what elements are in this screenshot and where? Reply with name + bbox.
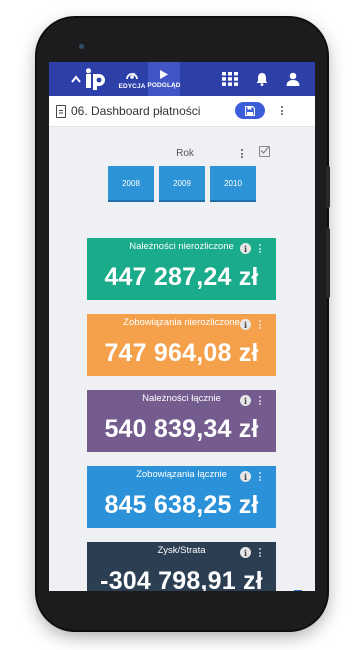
play-icon <box>160 70 168 79</box>
app-screen: EDYCJA PODGLĄD 06. Dashboard płatności R… <box>49 62 315 591</box>
card-menu-icon[interactable] <box>258 548 262 557</box>
kpi-card-value: 845 638,25 zł <box>104 491 259 519</box>
floppy-save-icon <box>245 105 255 116</box>
kpi-card-naleznosci-nierozliczone[interactable]: Należności nierozliczone i 447 287,24 zł <box>87 238 276 300</box>
year-button-2008[interactable]: 2008 <box>108 166 154 200</box>
card-menu-icon[interactable] <box>258 396 262 405</box>
info-icon[interactable]: i <box>240 471 251 482</box>
document-icon <box>56 105 66 118</box>
edit-mode-icon <box>126 72 138 79</box>
user-icon <box>286 72 300 86</box>
filter-menu-icon[interactable] <box>240 149 244 158</box>
phone-side-button <box>326 228 330 298</box>
card-menu-icon[interactable] <box>258 320 262 329</box>
kpi-card-value: 447 287,24 zł <box>104 263 259 291</box>
app-logo[interactable] <box>69 65 109 93</box>
front-camera <box>79 44 84 49</box>
apps-grid-button[interactable] <box>219 68 241 90</box>
notifications-button[interactable] <box>251 68 273 90</box>
phone-side-button <box>326 166 330 208</box>
tab-podglad-label: PODGLĄD <box>147 82 181 89</box>
year-button-2010[interactable]: 2010 <box>210 166 256 200</box>
year-button-2009[interactable]: 2009 <box>159 166 205 200</box>
info-icon[interactable]: i <box>240 547 251 558</box>
kpi-card-zobowiazania-lacznie[interactable]: Zobowiązania łącznie i 845 638,25 zł <box>87 466 276 528</box>
info-icon[interactable]: i <box>240 319 251 330</box>
grid-icon <box>222 72 238 86</box>
info-icon[interactable]: i <box>240 243 251 254</box>
chevron-up-icon[interactable] <box>70 75 81 83</box>
checkbox-icon[interactable] <box>259 146 270 157</box>
phone-frame: EDYCJA PODGLĄD 06. Dashboard płatności R… <box>37 18 330 630</box>
year-filter-label: Rok <box>176 148 194 159</box>
tab-edycja-label: EDYCJA <box>118 82 146 90</box>
page-menu-icon[interactable] <box>280 106 284 115</box>
kpi-card-value: 540 839,34 zł <box>104 415 259 443</box>
info-icon[interactable]: i <box>240 395 251 406</box>
card-menu-icon[interactable] <box>258 472 262 481</box>
ip-logo-icon <box>85 68 105 90</box>
kpi-card-zysk-strata[interactable]: Zysk/Strata i -304 798,91 zł <box>87 542 276 591</box>
card-menu-icon[interactable] <box>258 244 262 253</box>
bell-icon <box>256 73 268 86</box>
chat-icon[interactable] <box>293 589 307 591</box>
user-profile-button[interactable] <box>282 68 304 90</box>
tab-podglad[interactable]: PODGLĄD <box>147 62 181 96</box>
dashboard-content: Rok 2008 2009 2010 Należności nierozlicz… <box>49 126 315 591</box>
save-button[interactable] <box>235 102 265 119</box>
page-titlebar: 06. Dashboard płatności <box>49 96 315 127</box>
kpi-card-naleznosci-lacznie[interactable]: Należności łącznie i 540 839,34 zł <box>87 390 276 452</box>
page-title: 06. Dashboard płatności <box>71 104 201 118</box>
kpi-card-value: 747 964,08 zł <box>104 339 259 367</box>
kpi-card-zobowiazania-nierozliczone[interactable]: Zobowiązania nierozliczone i 747 964,08 … <box>87 314 276 376</box>
kpi-card-value: -304 798,91 zł <box>100 567 263 591</box>
app-topbar: EDYCJA PODGLĄD <box>49 62 315 96</box>
tab-edycja[interactable]: EDYCJA <box>116 62 148 96</box>
